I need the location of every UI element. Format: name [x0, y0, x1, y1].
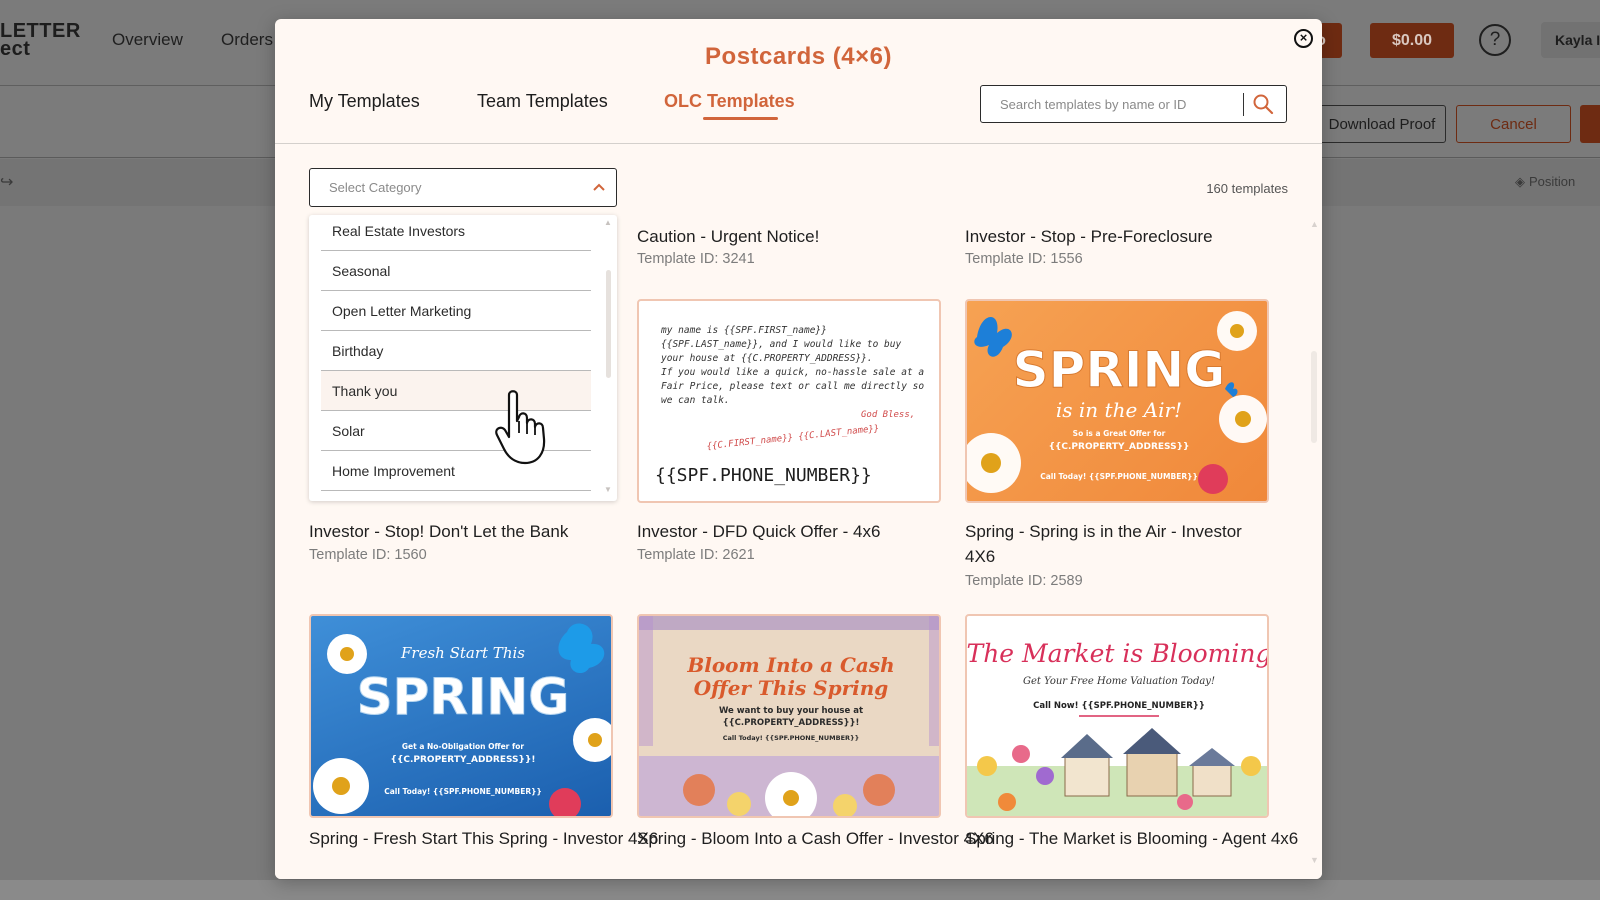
- template-title[interactable]: Spring - The Market is Blooming - Agent …: [965, 826, 1298, 851]
- modal-title: Postcards (4×6): [705, 43, 892, 70]
- rose-icon: [1198, 464, 1228, 494]
- template-title[interactable]: Spring - Bloom Into a Cash Offer - Inves…: [637, 826, 994, 851]
- spring-air-graphic: SPRING is in the Air! So is a Great Offe…: [967, 311, 1267, 494]
- note-line: Fair Price, please text or call me direc…: [661, 381, 924, 392]
- header-divider: [275, 143, 1322, 144]
- scroll-down-arrow-icon[interactable]: ▼: [604, 485, 612, 494]
- user-menu[interactable]: Kayla I: [1541, 22, 1600, 58]
- logo-line-2: ect: [0, 38, 31, 60]
- bloom-body-1: We want to buy your house at: [719, 706, 863, 716]
- template-id: Template ID: 3241: [637, 251, 755, 267]
- balance-button[interactable]: $0.00: [1370, 23, 1454, 58]
- spring-offer-text: So is a Great Offer for: [1073, 429, 1166, 438]
- template-title[interactable]: Caution - Urgent Notice!: [637, 224, 819, 249]
- template-thumbnail-dfd[interactable]: my name is {{SPF.FIRST_name}} {{SPF.LAST…: [637, 299, 941, 503]
- cancel-button[interactable]: Cancel: [1456, 105, 1571, 143]
- template-picker-modal: Postcards (4×6) × My Templates Team Temp…: [275, 19, 1322, 879]
- note-line: my name is {{SPF.FIRST_name}}: [660, 325, 827, 336]
- spring-address-text: {{C.PROPERTY_ADDRESS}}: [1049, 442, 1190, 452]
- template-title[interactable]: Investor - Stop - Pre-Foreclosure: [965, 224, 1213, 249]
- close-icon[interactable]: ×: [1294, 29, 1313, 48]
- category-option[interactable]: Real Estate Investors: [321, 215, 591, 251]
- primary-action-button[interactable]: [1580, 105, 1600, 143]
- fresh-start-graphic: Fresh Start This SPRING Get a No-Obligat…: [313, 623, 611, 816]
- help-icon[interactable]: ?: [1479, 24, 1511, 56]
- template-title[interactable]: Spring - Fresh Start This Spring - Inves…: [309, 826, 658, 851]
- note-line: If you would like a quick, no-hassle sal…: [661, 367, 924, 378]
- template-id: Template ID: 1560: [309, 547, 427, 563]
- scroll-up-arrow-icon[interactable]: ▲: [1310, 219, 1319, 229]
- layers-icon: ◈: [1515, 174, 1525, 189]
- hand-pointer-icon: [495, 390, 546, 465]
- market-sub: Get Your Free Home Valuation Today!: [1023, 676, 1215, 687]
- handwritten-note-graphic: my name is {{SPF.FIRST_name}} {{SPF.LAST…: [655, 325, 924, 486]
- note-line: we can talk.: [661, 395, 730, 406]
- chevron-up-icon: [593, 183, 605, 191]
- category-option[interactable]: Open Letter Marketing: [321, 291, 591, 331]
- bloom-graphic: Bloom Into a Cash Offer This Spring We w…: [639, 616, 939, 816]
- market-call: Call Now! {{SPF.PHONE_NUMBER}}: [1033, 701, 1205, 711]
- tab-team-templates[interactable]: Team Templates: [477, 91, 608, 112]
- category-option[interactable]: Birthday: [321, 331, 591, 371]
- market-graphic: The Market is Blooming Get Your Free Hom…: [967, 639, 1269, 816]
- spring-script-text: is in the Air!: [1056, 398, 1182, 422]
- category-option[interactable]: Seasonal: [321, 251, 591, 291]
- download-proof-button[interactable]: Download Proof: [1318, 105, 1446, 143]
- nav-orders[interactable]: Orders: [221, 30, 273, 50]
- redo-icon[interactable]: ↪: [0, 172, 13, 192]
- template-thumbnail-market[interactable]: The Market is Blooming Get Your Free Hom…: [965, 614, 1269, 818]
- position-button[interactable]: ◈ Position: [1515, 174, 1575, 190]
- flowers-border-icon: [639, 616, 939, 816]
- template-thumbnail-spring-air[interactable]: SPRING is in the Air! So is a Great Offe…: [965, 299, 1269, 503]
- search-input[interactable]: [981, 86, 1243, 122]
- active-tab-indicator: [703, 117, 778, 120]
- note-line: {{SPF.LAST_name}}, and I would like to b…: [661, 339, 901, 350]
- note-signature: {{C.FIRST_name}} {{C.LAST_name}}: [706, 424, 879, 452]
- nav-overview[interactable]: Overview: [112, 30, 183, 50]
- fresh-script-text: Fresh Start This: [400, 644, 525, 662]
- search-divider: [1243, 93, 1244, 116]
- note-phone: {{SPF.PHONE_NUMBER}}: [655, 465, 872, 486]
- note-line: your house at {{C.PROPERTY_ADDRESS}}.: [660, 353, 873, 364]
- search-box: [980, 85, 1287, 123]
- template-grid-scrollbar[interactable]: [1311, 351, 1317, 443]
- footer-strip: [0, 880, 1600, 900]
- template-id: Template ID: 2621: [637, 547, 755, 563]
- dropdown-scrollbar[interactable]: [606, 270, 611, 378]
- tab-olc-templates[interactable]: OLC Templates: [664, 91, 795, 112]
- fresh-call-text: Call Today! {{SPF.PHONE_NUMBER}}: [384, 787, 542, 796]
- bloom-body-2: {{C.PROPERTY_ADDRESS}}!: [723, 718, 860, 728]
- template-title[interactable]: Investor - Stop! Don't Let the Bank: [309, 519, 568, 544]
- houses-and-flowers-icon: [967, 728, 1267, 816]
- logo: LETTER ect: [0, 21, 81, 60]
- list-clip-mask: [275, 867, 1322, 879]
- template-id: Template ID: 1556: [965, 251, 1083, 267]
- butterfly-icon: [558, 623, 605, 674]
- scroll-up-arrow-icon[interactable]: ▲: [604, 218, 612, 227]
- template-thumbnail-fresh-start[interactable]: Fresh Start This SPRING Get a No-Obligat…: [309, 614, 613, 818]
- fresh-address-text: {{C.PROPERTY_ADDRESS}}!: [391, 755, 536, 765]
- category-select-placeholder: Select Category: [329, 180, 422, 195]
- bloom-title-1: Bloom Into a Cash: [686, 653, 894, 677]
- template-title[interactable]: Spring - Spring is in the Air - Investor…: [965, 519, 1275, 569]
- spring-call-text: Call Today! {{SPF.PHONE_NUMBER}}: [1040, 472, 1198, 481]
- template-count: 160 templates: [1206, 181, 1288, 196]
- bloom-title-2: Offer This Spring: [694, 676, 889, 700]
- position-label: Position: [1529, 174, 1576, 189]
- rose-icon: [549, 788, 581, 816]
- fresh-big-text: SPRING: [357, 668, 570, 726]
- search-icon[interactable]: [1251, 92, 1275, 116]
- template-thumbnail-bloom[interactable]: Bloom Into a Cash Offer This Spring We w…: [637, 614, 941, 818]
- market-title: The Market is Blooming: [967, 639, 1269, 668]
- template-id: Template ID: 2589: [965, 573, 1083, 589]
- scroll-down-arrow-icon[interactable]: ▼: [1310, 855, 1319, 865]
- note-bless: God Bless,: [861, 410, 915, 420]
- template-title[interactable]: Investor - DFD Quick Offer - 4x6: [637, 519, 880, 544]
- bloom-call-text: Call Today! {{SPF.PHONE_NUMBER}}: [723, 734, 860, 742]
- tab-my-templates[interactable]: My Templates: [309, 91, 420, 112]
- fresh-offer-text: Get a No-Obligation Offer for: [402, 742, 524, 751]
- category-select[interactable]: Select Category: [309, 168, 617, 207]
- spring-big-text: SPRING: [1013, 341, 1226, 399]
- category-dropdown: Real Estate Investors Seasonal Open Lett…: [309, 215, 617, 501]
